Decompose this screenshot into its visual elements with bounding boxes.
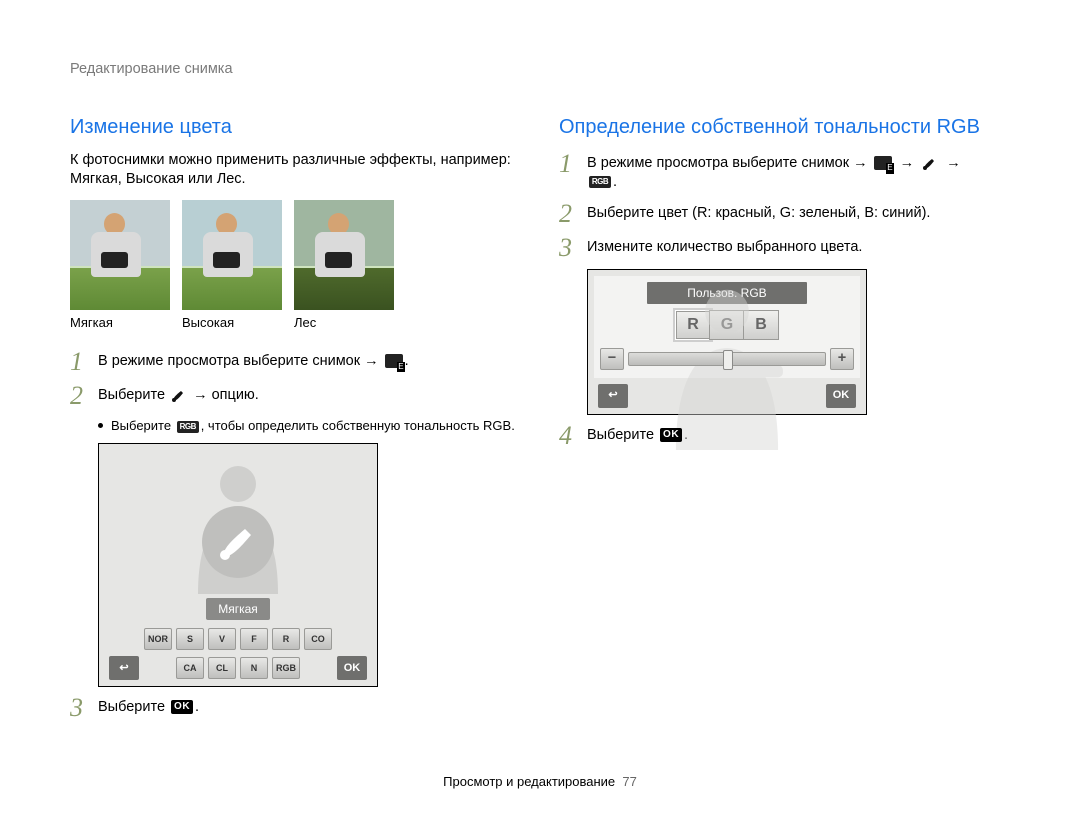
step-number: 1 [70,349,88,375]
thumb-captions: Мягкая Высокая Лес [70,314,521,332]
thumb-caption-vivid: Высокая [182,314,282,332]
filter-screen: Мягкая NOR S V F R CO ↩ CA CL N RGB [98,443,378,687]
filter-mini-button[interactable]: CO [304,628,332,650]
step-number: 4 [559,423,577,449]
brush-icon [171,387,187,403]
left-step-2: 2 Выберите → опцию. [70,383,521,409]
step-text: В режиме просмотра выберите снимок → [98,353,379,369]
step-text: В режиме просмотра выберите снимок → [587,155,868,171]
thumb-caption-soft: Мягкая [70,314,170,332]
page-number: 77 [622,774,636,789]
back-button[interactable]: ↩ [109,656,139,680]
slider-minus-button[interactable]: − [600,348,624,370]
filter-mini-button[interactable]: CA [176,657,204,679]
thumb-caption-forest: Лес [294,314,394,332]
step-number: 1 [559,151,577,177]
right-step-3: 3 Измените количество выбранного цвета. [559,235,1010,261]
right-column: Определение собственной тональности RGB … [559,114,1010,729]
footer-section: Просмотр и редактирование [443,774,615,789]
step-text: Выберите [587,427,654,443]
right-step-1: 1 В режиме просмотра выберите снимок → →… [559,151,1010,193]
step-text: Выберите [98,387,165,403]
intro-paragraph: К фотоснимки можно применить различные э… [70,151,521,190]
left-step-1: 1 В режиме просмотра выберите снимок → . [70,349,521,375]
slider-thumb[interactable] [723,350,733,370]
step-text: Выберите цвет (R: красный, G: зеленый, B… [587,201,1010,224]
slider-track[interactable] [628,352,826,366]
thumb-vivid [182,200,282,310]
menu-icon [385,354,403,368]
page-header: Редактирование снимка [70,60,1010,86]
thumb-forest [294,200,394,310]
step-text: Измените количество выбранного цвета. [587,235,1010,258]
left-step-2-bullet: Выберите RGB, чтобы определить собственн… [98,417,521,435]
menu-icon [874,156,892,170]
rgb-icon: RGB [177,421,199,433]
example-thumbnails [70,200,521,310]
filter-mini-button[interactable]: NOR [144,628,172,650]
slider-plus-button[interactable]: + [830,348,854,370]
back-button[interactable]: ↩ [598,384,628,408]
filter-mini-button[interactable]: CL [208,657,236,679]
ok-button[interactable]: OK [826,384,856,408]
right-step-2: 2 Выберите цвет (R: красный, G: зеленый,… [559,201,1010,227]
bullet-text: , чтобы определить собственную тональнос… [201,418,515,433]
brush-icon [922,155,938,171]
left-column: Изменение цвета К фотоснимки можно приме… [70,114,521,729]
step-number: 2 [70,383,88,409]
filter-mini-button[interactable]: R [272,628,300,650]
step-text: Выберите [98,699,165,715]
left-step-3: 3 Выберите OK. [70,695,521,721]
section-title-color-change: Изменение цвета [70,114,521,141]
step-number: 3 [559,235,577,261]
page-footer: Просмотр и редактирование 77 [0,773,1080,791]
step-number: 3 [70,695,88,721]
filter-mini-button[interactable]: S [176,628,204,650]
rgb-icon: RGB [589,176,611,188]
step-number: 2 [559,201,577,227]
filter-mini-button[interactable]: N [240,657,268,679]
ok-icon: OK [660,428,682,442]
ok-icon: OK [171,700,193,714]
step-text: → опцию. [193,387,259,403]
thumb-soft [70,200,170,310]
section-title-rgb: Определение собственной тональности RGB [559,114,1010,141]
filter-mini-button[interactable]: V [208,628,236,650]
filter-chip[interactable]: Мягкая [206,598,270,620]
bullet-text: Выберите [111,418,171,433]
rgb-screen: Пользов. RGB R G B − + ↩ [587,269,867,415]
brush-large-icon [217,521,259,563]
filter-mini-button[interactable]: RGB [272,657,300,679]
filter-mini-button[interactable]: F [240,628,268,650]
ok-button[interactable]: OK [337,656,367,680]
